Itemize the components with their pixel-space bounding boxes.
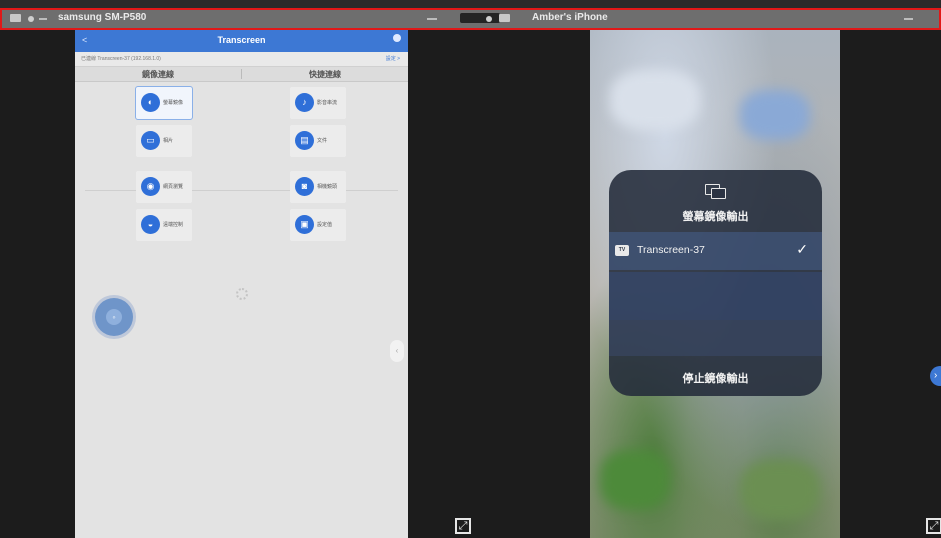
tile-label: 網頁瀏覽 [163, 184, 184, 190]
tile-photo[interactable]: ▭ 相片 [136, 125, 192, 157]
connected-device-text: 已連線 Transcreen-37 (192.168.1.0) [81, 56, 161, 62]
wallpaper-blur [740, 460, 820, 520]
wallpaper-blur [740, 90, 810, 140]
empty-device-area [609, 272, 822, 320]
mirror-icon: ◐ [141, 93, 160, 112]
more-link[interactable]: 設定 > [386, 55, 400, 62]
iphone-mirror-screen[interactable]: 螢幕鏡像輸出 TV Transcreen-37 ✓ 停止鏡像輸出 [590, 30, 840, 538]
left-window-title: samsung SM-P580 [58, 12, 147, 23]
side-drawer-handle[interactable]: ‹ [390, 340, 404, 362]
floating-assist-button[interactable]: ◦ [95, 298, 133, 336]
tile-web[interactable]: ◉ 網頁瀏覽 [136, 171, 192, 203]
web-icon: ◉ [141, 177, 160, 196]
tile-label: 相機鏡頭 [317, 184, 338, 190]
settings-tile-icon: ▣ [295, 215, 314, 234]
right-window-title: Amber's iPhone [532, 12, 608, 23]
assist-icon: ◦ [106, 309, 122, 325]
wallpaper-blur [600, 450, 670, 510]
tile-media-stream[interactable]: ♪ 影音串流 [290, 87, 346, 119]
tile-label: 文件 [317, 138, 328, 144]
tile-label: 影音串流 [317, 100, 338, 106]
camera-icon: ◙ [295, 177, 314, 196]
middle-dark-pane [408, 30, 590, 538]
remote-icon: ◒ [141, 215, 160, 234]
stop-mirroring-label: 停止鏡像輸出 [682, 373, 749, 385]
minimize-icon[interactable] [904, 18, 913, 20]
app-title: Transcreen [217, 35, 266, 45]
photo-icon: ▭ [141, 131, 160, 150]
android-mirror-screen[interactable]: < Transcreen 已連線 Transcreen-37 (192.168.… [75, 30, 408, 538]
window-dot-icon[interactable] [486, 16, 492, 22]
appletv-icon: TV [615, 245, 629, 256]
mirroring-heading: 螢幕鏡像輸出 [682, 211, 749, 223]
tile-label: 相片 [163, 138, 174, 144]
tile-settings[interactable]: ▣ 設定值 [290, 209, 346, 241]
tile-camera[interactable]: ◙ 相機鏡頭 [290, 171, 346, 203]
tile-label: 遠端控制 [163, 222, 184, 228]
menu-icon[interactable] [10, 14, 21, 22]
mode-tabs: 鏡像連線 快捷連線 [75, 67, 408, 82]
music-icon: ♪ [295, 93, 314, 112]
screen-mirroring-icon [705, 184, 726, 199]
window-title-bar: samsung SM-P580 Amber's iPhone [0, 8, 941, 30]
divider-icon [427, 18, 437, 20]
app-header: < Transcreen [75, 30, 408, 52]
left-dark-pane [0, 30, 75, 538]
tab-mirror[interactable]: 鏡像連線 [75, 69, 241, 80]
stop-mirroring-button[interactable]: 停止鏡像輸出 [609, 356, 822, 396]
connection-bar: 已連線 Transcreen-37 (192.168.1.0) 設定 > [75, 52, 408, 67]
loading-icon [236, 288, 248, 300]
tile-screen-mirror[interactable]: ◐ 螢幕鏡像 [135, 86, 193, 120]
tile-remote[interactable]: ◒ 遠端控制 [136, 209, 192, 241]
tile-document[interactable]: ▤ 文件 [290, 125, 346, 157]
checkmark-icon: ✓ [796, 241, 808, 257]
section-divider [85, 190, 398, 191]
document-icon: ▤ [295, 131, 314, 150]
tile-label: 螢幕鏡像 [163, 100, 184, 106]
wallpaper-blur [610, 70, 700, 130]
right-dark-pane [840, 30, 941, 538]
device-row-transcreen[interactable]: TV Transcreen-37 ✓ [609, 232, 822, 270]
minimize-icon[interactable] [39, 18, 47, 20]
device-name: Transcreen-37 [637, 244, 705, 256]
empty-device-area [609, 320, 822, 356]
screen-mirroring-panel: 螢幕鏡像輸出 TV Transcreen-37 ✓ 停止鏡像輸出 [609, 170, 822, 396]
expand-icon[interactable]: ⤢ [455, 518, 471, 534]
tab-quick[interactable]: 快捷連線 [242, 69, 408, 80]
drag-handle[interactable] [460, 13, 500, 23]
tile-label: 設定值 [317, 222, 333, 228]
settings-icon[interactable] [393, 34, 401, 42]
expand-icon[interactable]: ⤢ [926, 518, 941, 534]
window-dot-icon[interactable] [28, 16, 34, 22]
window-control-icon[interactable] [499, 14, 510, 22]
